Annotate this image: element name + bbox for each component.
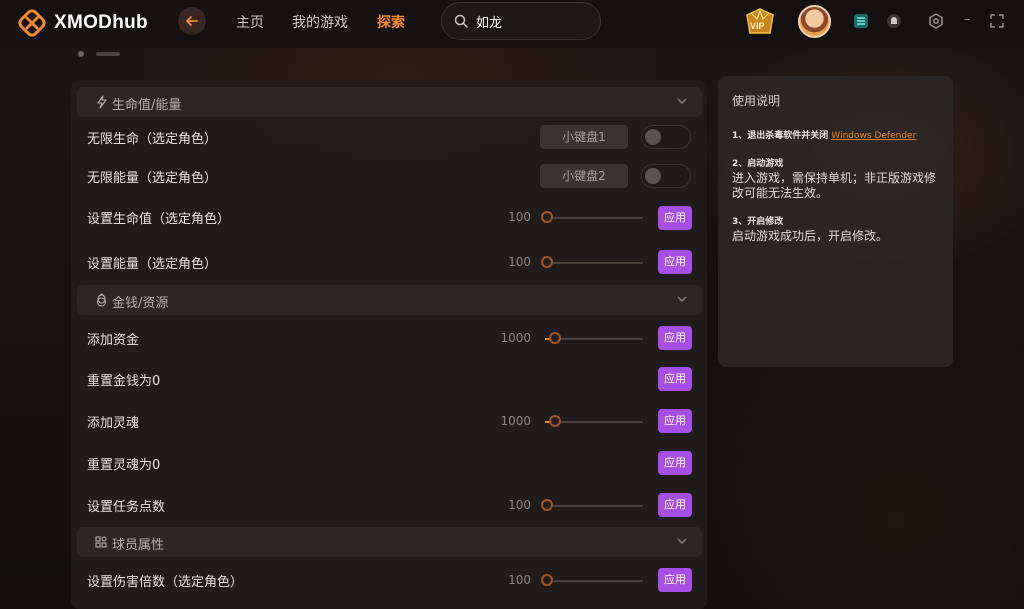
nav-my-games[interactable]: 我的游戏 [292,12,348,32]
cheat-toggle[interactable] [641,125,691,149]
cheat-label: 设置能量（选定角色） [87,257,218,272]
step-3-heading: 3、开启修改 [732,217,784,227]
cheat-row: 设置生命值（选定角色） 100 应用 [71,199,707,235]
slider-track[interactable] [541,217,643,219]
instructions-title: 使用说明 [732,94,781,108]
cheat-row: 重置灵魂为0 应用 [71,445,707,481]
settings-gear-icon[interactable] [928,13,944,29]
section-title: 生命值/能量 [112,98,182,113]
nav-home[interactable]: 主页 [236,12,264,32]
hotkey-button[interactable]: 小键盘2 [540,164,628,188]
instruction-step: 1、退出杀毒软件并关闭 Windows Defender [732,129,939,143]
cheat-row: 添加资金 1000 应用 [71,320,707,356]
apply-button[interactable]: 应用 [658,493,692,517]
top-bar: XMODhub 主页 我的游戏 探索 如龙 VIP – [0,0,1024,48]
slider-track[interactable] [541,580,643,582]
user-avatar[interactable] [798,5,831,38]
apply-button[interactable]: 应用 [658,409,692,433]
apply-button[interactable]: 应用 [658,451,692,475]
slider-value: 100 [508,573,531,587]
cheat-row: 设置能量（选定角色） 100 应用 [71,244,707,280]
step-2-body: 进入游戏，需保持单机；非正版游戏修改可能无法生效。 [732,171,937,200]
cheat-panel: 生命值/能量 无限生命（选定角色） 小键盘1 无限能量（选定角色） 小键盘2 设… [71,80,707,609]
section-title: 金钱/资源 [112,296,169,311]
slider-track[interactable] [541,262,643,264]
apply-button[interactable]: 应用 [658,326,692,350]
slider-value: 1000 [500,414,531,428]
lightning-icon [97,95,107,109]
cheat-label: 设置伤害倍数（选定角色） [87,575,244,590]
cheat-row: 添加灵魂 1000 应用 [71,403,707,439]
step-heading: 1、退出杀毒软件并关闭 Windows Defender [732,129,939,143]
slider-handle[interactable] [541,574,553,586]
attributes-icon [95,536,107,548]
slider-track[interactable] [541,505,643,507]
instruction-step: 3、开启修改 启动游戏成功后，开启修改。 [732,215,939,244]
step-3-body: 启动游戏成功后，开启修改。 [732,229,889,243]
slider-handle[interactable] [549,415,561,427]
cheat-label: 设置任务点数 [87,500,166,515]
apply-button[interactable]: 应用 [658,250,692,274]
windows-defender-link[interactable]: Windows Defender [831,131,916,141]
hotkey-button[interactable]: 小键盘1 [540,125,628,149]
chevron-down-icon [677,296,687,302]
chevron-down-icon [677,98,687,104]
cheat-row: 设置伤害倍数（选定角色） 100 应用 [71,562,707,598]
cheat-toggle[interactable] [641,164,691,188]
xmod-logo-icon [18,9,46,37]
slider-handle[interactable] [541,256,553,268]
slider-value: 100 [508,498,531,512]
notification-bell-icon[interactable] [886,13,902,29]
step-1-heading: 1、退出杀毒软件并关闭 [732,131,829,141]
apply-button[interactable]: 应用 [658,206,692,230]
vip-badge-icon[interactable]: VIP [743,7,777,37]
instruction-step: 2、启动游戏 进入游戏，需保持单机；非正版游戏修改可能无法生效。 [732,157,939,201]
search-box[interactable]: 如龙 [441,2,601,40]
fullscreen-icon[interactable] [990,14,1004,28]
section-header-money[interactable]: 金钱/资源 [77,285,702,315]
slider-value: 1000 [500,331,531,345]
nav-explore[interactable]: 探索 [377,12,405,32]
vip-label: VIP [750,21,765,31]
toggle-knob [645,168,661,184]
slider-handle[interactable] [549,332,561,344]
back-button[interactable] [178,7,206,35]
search-icon [454,14,468,28]
minimize-icon[interactable]: – [958,11,976,29]
slider-handle[interactable] [541,499,553,511]
money-bag-icon [96,293,107,307]
section-header-attributes[interactable]: 球员属性 [77,527,702,557]
step-2-heading: 2、启动游戏 [732,159,784,169]
cheat-label: 添加资金 [87,333,140,348]
section-title: 球员属性 [112,538,165,553]
cheat-row: 设置任务点数 100 应用 [71,487,707,523]
cheat-label: 无限生命（选定角色） [87,132,218,147]
cheat-label: 设置生命值（选定角色） [87,212,231,227]
cheat-label: 重置灵魂为0 [87,458,161,473]
cheat-row: 无限能量（选定角色） 小键盘2 [71,158,707,194]
cheat-row: 重置金钱为0 应用 [71,361,707,397]
chevron-down-icon [677,538,687,544]
section-header-health[interactable]: 生命值/能量 [77,87,702,117]
cheat-row: 无限生命（选定角色） 小键盘1 [71,119,707,155]
toggle-knob [645,129,661,145]
breadcrumb-ghost-icon [78,51,120,57]
slider-handle[interactable] [541,211,553,223]
slider-value: 100 [508,210,531,224]
breadcrumb-faded [76,48,136,63]
cheat-label: 添加灵魂 [87,416,140,431]
search-input[interactable]: 如龙 [476,12,502,31]
app-name: XMODhub [54,12,148,33]
cheat-label: 无限能量（选定角色） [87,171,218,186]
slider-value: 100 [508,255,531,269]
apply-button[interactable]: 应用 [658,568,692,592]
app-logo[interactable]: XMODhub [18,9,148,37]
instructions-panel: 使用说明 1、退出杀毒软件并关闭 Windows Defender 2、启动游戏… [718,76,953,367]
cheat-label: 重置金钱为0 [87,374,161,389]
arrow-left-icon [186,16,198,26]
apply-button[interactable]: 应用 [658,367,692,391]
stack-icon[interactable] [853,13,869,29]
